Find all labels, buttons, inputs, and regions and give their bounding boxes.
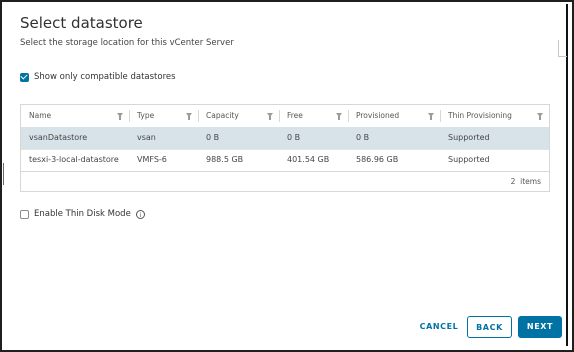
cancel-button[interactable]: CANCEL: [418, 316, 460, 338]
column-header-capacity[interactable]: Capacity: [198, 105, 279, 127]
filter-icon[interactable]: [537, 113, 543, 120]
scroll-mark: [558, 40, 567, 57]
cell-free: 401.54 GB: [287, 155, 330, 164]
cell-provisioned: 586.96 GB: [356, 155, 399, 164]
cell-type: vsan: [137, 133, 156, 142]
back-button[interactable]: BACK: [467, 316, 512, 338]
cell-name: vsanDatastore: [29, 133, 88, 142]
thin-disk-label: Enable Thin Disk Mode: [34, 209, 131, 219]
table-footer: 2 items: [21, 171, 549, 192]
left-edge-mark: [3, 163, 4, 185]
dialog-subtitle: Select the storage location for this vCe…: [20, 38, 234, 48]
cell-free: 0 B: [287, 133, 301, 142]
column-header-name[interactable]: Name: [21, 105, 129, 127]
compatible-only-label: Show only compatible datastores: [34, 72, 176, 82]
table-row[interactable]: vsanDatastore vsan 0 B 0 B 0 B Supported: [21, 127, 549, 149]
cell-capacity: 988.5 GB: [206, 155, 244, 164]
dialog-title: Select datastore: [20, 14, 143, 32]
column-header-type[interactable]: Type: [129, 105, 198, 127]
cell-name: tesxi-3-local-datastore: [29, 155, 119, 164]
datastore-table: Name Type Capacity Free Provisioned Thin…: [20, 104, 550, 192]
thin-disk-checkbox[interactable]: [20, 209, 29, 219]
cell-capacity: 0 B: [206, 133, 220, 142]
compatible-only-checkbox[interactable]: [20, 72, 29, 82]
item-count: 2 items: [510, 177, 541, 186]
column-header-free[interactable]: Free: [279, 105, 348, 127]
table-header: Name Type Capacity Free Provisioned Thin…: [21, 105, 549, 128]
next-button[interactable]: NEXT: [518, 316, 562, 338]
column-header-provisioned[interactable]: Provisioned: [348, 105, 440, 127]
filter-icon[interactable]: [267, 113, 273, 120]
cell-thin-provisioning: Supported: [448, 155, 490, 164]
table-row[interactable]: tesxi-3-local-datastore VMFS-6 988.5 GB …: [21, 149, 549, 171]
filter-icon[interactable]: [186, 113, 192, 120]
thin-disk-option[interactable]: Enable Thin Disk Mode i: [20, 209, 145, 219]
cell-type: VMFS-6: [137, 155, 167, 164]
column-header-thin-provisioning[interactable]: Thin Provisioning: [440, 105, 549, 127]
filter-icon[interactable]: [117, 113, 123, 120]
compatible-only-option[interactable]: Show only compatible datastores: [20, 72, 176, 82]
cell-thin-provisioning: Supported: [448, 133, 490, 142]
filter-icon[interactable]: [428, 113, 434, 120]
filter-icon[interactable]: [336, 113, 342, 120]
cell-provisioned: 0 B: [356, 133, 370, 142]
info-icon[interactable]: i: [135, 209, 145, 219]
